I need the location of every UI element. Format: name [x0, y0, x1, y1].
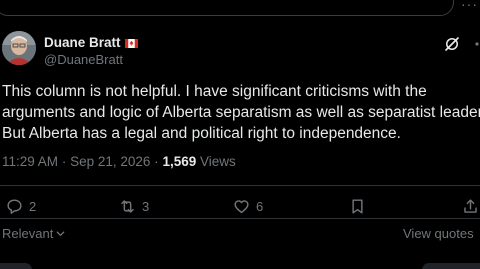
post-line-1: This column is not helpful. I have signi… [2, 83, 427, 100]
views-label: Views [200, 154, 236, 169]
previous-card [0, 0, 454, 16]
share-button[interactable] [461, 197, 480, 216]
bookmark-button[interactable] [348, 197, 367, 216]
post-body: This column is not helpful. I have signi… [2, 81, 480, 144]
reply-count: 2 [29, 199, 37, 214]
post-line-3: But Alberta has a legal and political ri… [2, 125, 401, 142]
repost-button[interactable]: 3 [118, 197, 149, 216]
author-display-name[interactable]: Duane Bratt [44, 35, 121, 51]
meta-separator: · [61, 154, 67, 169]
post-date[interactable]: Sep 21, 2026 [70, 154, 150, 169]
composer-pill-right[interactable] [422, 263, 480, 269]
meta-separator-2: · [154, 154, 159, 169]
more-options-icon[interactable] [467, 36, 480, 52]
top-more-icon[interactable]: ··· [461, 0, 478, 11]
sort-dropdown[interactable]: Relevant [2, 226, 66, 241]
view-quotes-link[interactable]: View quotes [403, 226, 474, 241]
like-count: 6 [256, 199, 264, 214]
heart-icon [234, 200, 249, 214]
post-metadata: 11:29 AM · Sep 21, 2026 · 1,569 Views [2, 154, 236, 170]
avatar-image [2, 31, 36, 65]
sort-label: Relevant [2, 226, 54, 241]
grok-icon[interactable] [443, 35, 461, 53]
avatar[interactable] [2, 31, 36, 65]
views-count: 1,569 [162, 154, 197, 169]
post-line-2: arguments and logic of Alberta separatis… [2, 104, 480, 121]
bookmark-icon [352, 199, 363, 214]
repost-icon [121, 200, 134, 213]
canada-flag-icon [124, 38, 138, 48]
share-icon [464, 199, 477, 213]
author-handle[interactable]: @DuaneBratt [44, 52, 123, 68]
post-time[interactable]: 11:29 AM [2, 154, 58, 169]
chevron-down-icon [56, 231, 65, 236]
reply-icon [7, 199, 22, 214]
author-name-row[interactable]: Duane Bratt [44, 35, 138, 51]
composer-pill-left [0, 263, 32, 269]
divider-bottom [0, 218, 480, 219]
divider-top [0, 185, 480, 186]
like-button[interactable]: 6 [232, 197, 263, 216]
reply-button[interactable]: 2 [5, 197, 36, 216]
repost-count: 3 [142, 199, 150, 214]
post-detail-view: ··· Duane Bratt @DuaneBratt This column … [0, 0, 480, 269]
